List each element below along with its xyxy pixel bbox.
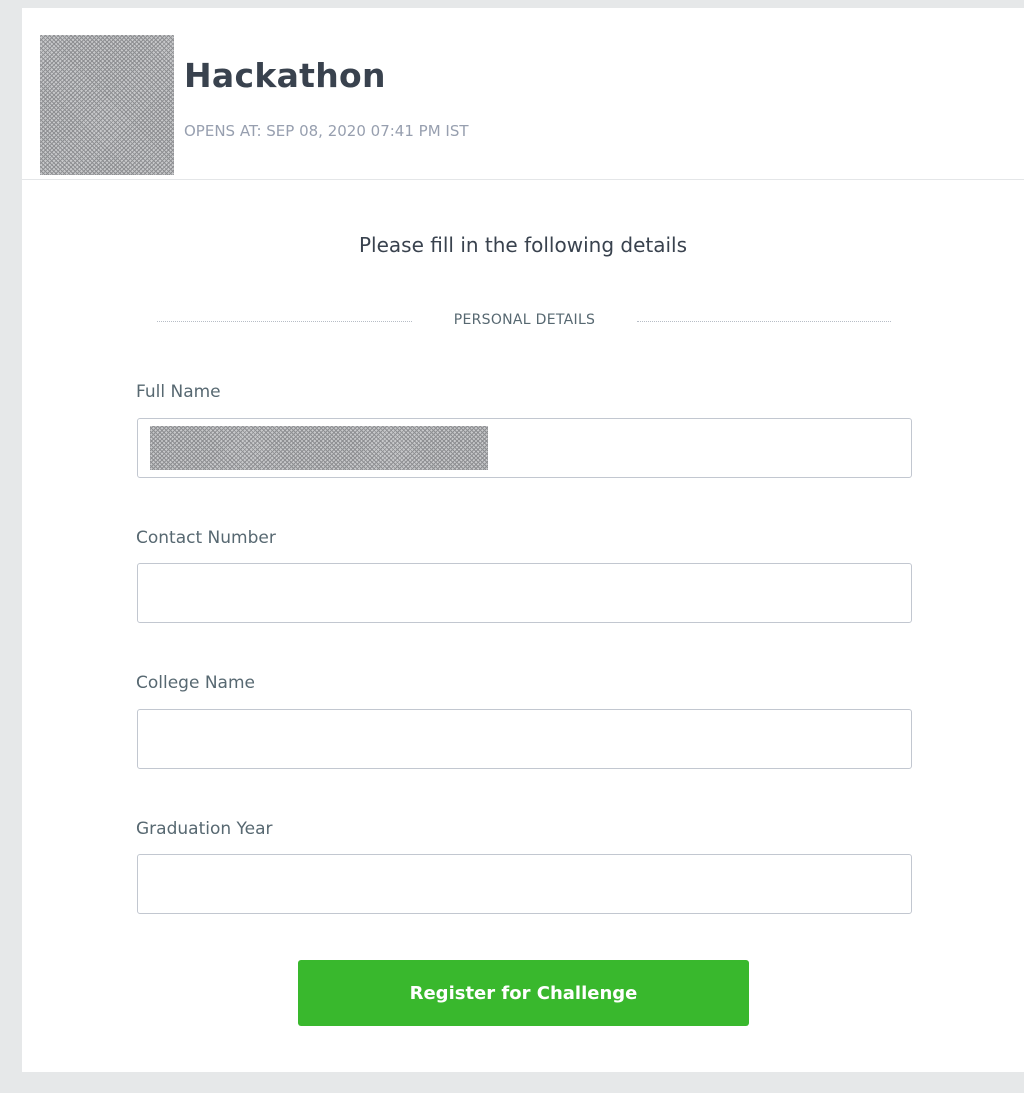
contest-title: Hackathon: [184, 56, 386, 95]
divider-line-left: [157, 321, 412, 322]
contest-header: Hackathon OPENS AT: SEP 08, 2020 07:41 P…: [22, 8, 1024, 180]
graduation-year-input[interactable]: [137, 854, 912, 914]
contest-logo-image: [40, 35, 174, 175]
register-for-challenge-button[interactable]: Register for Challenge: [298, 960, 749, 1026]
section-divider: PERSONAL DETAILS: [157, 310, 891, 332]
contact-number-input[interactable]: [137, 563, 912, 623]
opens-at-text: OPENS AT: SEP 08, 2020 07:41 PM IST: [184, 122, 469, 140]
form-intro-text: Please fill in the following details: [359, 233, 687, 257]
full-name-label: Full Name: [136, 382, 221, 402]
registration-card: Hackathon OPENS AT: SEP 08, 2020 07:41 P…: [22, 8, 1024, 1072]
divider-line-right: [637, 321, 891, 322]
college-name-label: College Name: [136, 673, 255, 693]
graduation-year-label: Graduation Year: [136, 819, 273, 839]
section-title-personal-details: PERSONAL DETAILS: [453, 312, 596, 328]
college-name-input[interactable]: [137, 709, 912, 769]
contact-number-label: Contact Number: [136, 528, 276, 548]
full-name-input[interactable]: [137, 418, 912, 478]
